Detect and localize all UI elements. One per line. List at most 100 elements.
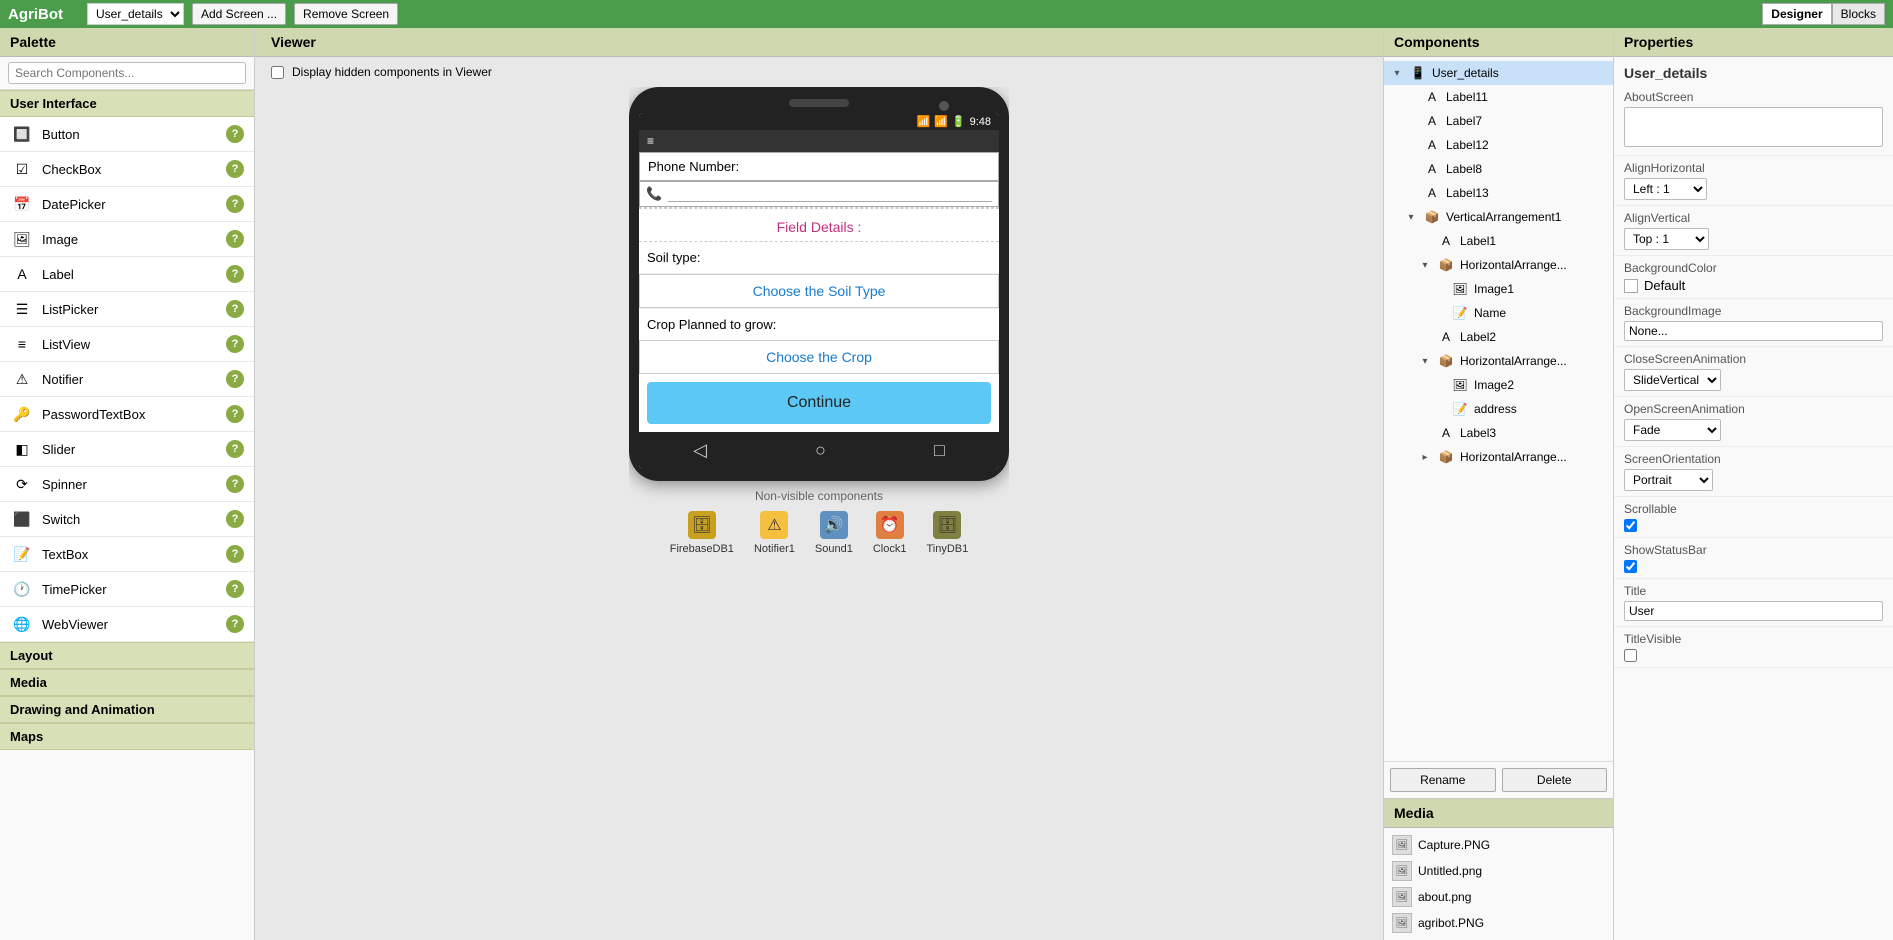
toggle-label12[interactable] (1404, 138, 1418, 152)
toggle-horizontal_arrangement1[interactable]: ▾ (1418, 258, 1432, 272)
background_image-input[interactable] (1624, 321, 1883, 341)
webviewer-help[interactable]: ? (226, 615, 244, 633)
tree-node-horizontal_arrangement1[interactable]: ▾ 📦 HorizontalArrange... (1384, 253, 1613, 277)
toggle-image1[interactable] (1432, 282, 1446, 296)
close_screen_animation-select[interactable]: SlideVerticalFadeNone (1624, 369, 1721, 391)
media-item-untitled_png[interactable]: 🖼 Untitled.png (1384, 858, 1613, 884)
toggle-vertical_arrangement1[interactable]: ▾ (1404, 210, 1418, 224)
tree-node-address[interactable]: 📝 address (1384, 397, 1613, 421)
palette-item-webviewer[interactable]: 🌐 WebViewer ? (0, 607, 254, 642)
toggle-label2[interactable] (1418, 330, 1432, 344)
tree-node-image1[interactable]: 🖼 Image1 (1384, 277, 1613, 301)
delete-button[interactable]: Delete (1502, 768, 1608, 792)
listview-help[interactable]: ? (226, 335, 244, 353)
title_visible-checkbox[interactable] (1624, 649, 1637, 662)
listpicker-help[interactable]: ? (226, 300, 244, 318)
notifier-help[interactable]: ? (226, 370, 244, 388)
tree-node-label1[interactable]: A Label1 (1384, 229, 1613, 253)
section-user-interface[interactable]: User Interface (0, 90, 254, 117)
tree-node-vertical_arrangement1[interactable]: ▾ 📦 VerticalArrangement1 (1384, 205, 1613, 229)
checkbox-help[interactable]: ? (226, 160, 244, 178)
toggle-horizontal_arrangement2[interactable]: ▾ (1418, 354, 1432, 368)
toggle-label8[interactable] (1404, 162, 1418, 176)
nonvisible-item-tinydb1[interactable]: 🗄 TinyDB1 (926, 511, 968, 555)
title-input[interactable] (1624, 601, 1883, 621)
toggle-user_details[interactable]: ▾ (1390, 66, 1404, 80)
palette-item-listview[interactable]: ≡ ListView ? (0, 327, 254, 362)
section-media[interactable]: Media (0, 669, 254, 696)
section-layout[interactable]: Layout (0, 642, 254, 669)
tree-node-label12[interactable]: A Label12 (1384, 133, 1613, 157)
blocks-button[interactable]: Blocks (1832, 3, 1885, 25)
tree-node-image2[interactable]: 🖼 Image2 (1384, 373, 1613, 397)
section-drawing-animation[interactable]: Drawing and Animation (0, 696, 254, 723)
designer-button[interactable]: Designer (1762, 3, 1831, 25)
toggle-label3[interactable] (1418, 426, 1432, 440)
tree-node-label3[interactable]: A Label3 (1384, 421, 1613, 445)
screen-dropdown[interactable]: User_details (87, 3, 184, 25)
align_horizontal-select[interactable]: Left : 1Center : 2Right : 3 (1624, 178, 1707, 200)
palette-item-button[interactable]: 🔲 Button ? (0, 117, 254, 152)
passwordtextbox-help[interactable]: ? (226, 405, 244, 423)
palette-item-timepicker[interactable]: 🕐 TimePicker ? (0, 572, 254, 607)
remove-screen-button[interactable]: Remove Screen (294, 3, 398, 25)
palette-item-textbox[interactable]: 📝 TextBox ? (0, 537, 254, 572)
nonvisible-item-sound1[interactable]: 🔊 Sound1 (815, 511, 853, 555)
spinner-help[interactable]: ? (226, 475, 244, 493)
recents-icon[interactable]: □ (934, 440, 945, 461)
section-maps[interactable]: Maps (0, 723, 254, 750)
choose-crop-button[interactable]: Choose the Crop (639, 340, 999, 374)
search-input[interactable] (8, 62, 246, 84)
open_screen_animation-select[interactable]: FadeSlideVerticalNone (1624, 419, 1721, 441)
timepicker-help[interactable]: ? (226, 580, 244, 598)
phone-number-input[interactable] (668, 187, 992, 202)
rename-button[interactable]: Rename (1390, 768, 1496, 792)
tree-node-label2[interactable]: A Label2 (1384, 325, 1613, 349)
slider-help[interactable]: ? (226, 440, 244, 458)
toggle-label13[interactable] (1404, 186, 1418, 200)
tree-node-horizontal_arrangement3[interactable]: ▸ 📦 HorizontalArrange... (1384, 445, 1613, 469)
image-help[interactable]: ? (226, 230, 244, 248)
nonvisible-item-firebasedb1[interactable]: 🗄 FirebaseDB1 (670, 511, 734, 555)
media-item-about_png[interactable]: 🖼 about.png (1384, 884, 1613, 910)
toggle-label1[interactable] (1418, 234, 1432, 248)
palette-item-switch[interactable]: ⬛ Switch ? (0, 502, 254, 537)
button-help[interactable]: ? (226, 125, 244, 143)
toggle-address[interactable] (1432, 402, 1446, 416)
nonvisible-item-clock1[interactable]: ⏰ Clock1 (873, 511, 907, 555)
toggle-image2[interactable] (1432, 378, 1446, 392)
toggle-horizontal_arrangement3[interactable]: ▸ (1418, 450, 1432, 464)
palette-item-listpicker[interactable]: ☰ ListPicker ? (0, 292, 254, 327)
palette-item-image[interactable]: 🖼 Image ? (0, 222, 254, 257)
palette-item-datepicker[interactable]: 📅 DatePicker ? (0, 187, 254, 222)
align_vertical-select[interactable]: Top : 1Center : 2Bottom : 3 (1624, 228, 1709, 250)
palette-item-checkbox[interactable]: ☑ CheckBox ? (0, 152, 254, 187)
phone-screen-content[interactable]: ≡ Phone Number: 📞 Field Details : Soil t… (639, 130, 999, 432)
tree-node-label8[interactable]: A Label8 (1384, 157, 1613, 181)
tree-node-name[interactable]: 📝 Name (1384, 301, 1613, 325)
tree-node-horizontal_arrangement2[interactable]: ▾ 📦 HorizontalArrange... (1384, 349, 1613, 373)
switch-help[interactable]: ? (226, 510, 244, 528)
nonvisible-item-notifier1[interactable]: ⚠ Notifier1 (754, 511, 795, 555)
palette-item-spinner[interactable]: ⟳ Spinner ? (0, 467, 254, 502)
continue-button[interactable]: Continue (647, 382, 991, 424)
media-item-agribot_png[interactable]: 🖼 agribot.PNG (1384, 910, 1613, 936)
datepicker-help[interactable]: ? (226, 195, 244, 213)
toggle-name[interactable] (1432, 306, 1446, 320)
hidden-components-checkbox[interactable] (271, 66, 284, 79)
media-item-capture_png[interactable]: 🖼 Capture.PNG (1384, 832, 1613, 858)
toggle-label7[interactable] (1404, 114, 1418, 128)
palette-item-notifier[interactable]: ⚠ Notifier ? (0, 362, 254, 397)
add-screen-button[interactable]: Add Screen ... (192, 3, 286, 25)
tree-node-label13[interactable]: A Label13 (1384, 181, 1613, 205)
scrollable-checkbox[interactable] (1624, 519, 1637, 532)
back-icon[interactable]: ◁ (693, 440, 707, 461)
toggle-label11[interactable] (1404, 90, 1418, 104)
palette-item-passwordtextbox[interactable]: 🔑 PasswordTextBox ? (0, 397, 254, 432)
tree-node-user_details[interactable]: ▾ 📱 User_details (1384, 61, 1613, 85)
show_status_bar-checkbox[interactable] (1624, 560, 1637, 573)
choose-soil-type-button[interactable]: Choose the Soil Type (639, 274, 999, 308)
palette-item-slider[interactable]: ◧ Slider ? (0, 432, 254, 467)
label-help[interactable]: ? (226, 265, 244, 283)
about_screen-input[interactable] (1624, 107, 1883, 147)
